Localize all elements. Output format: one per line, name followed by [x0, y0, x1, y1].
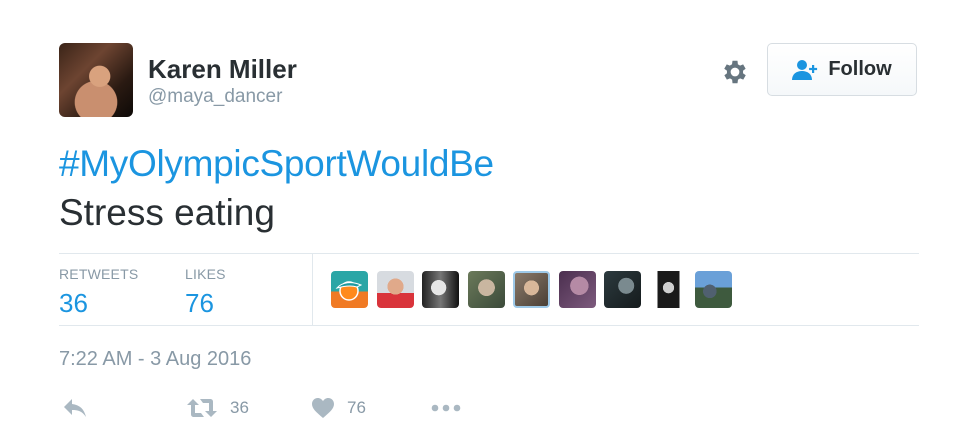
dolphin-logo-icon: [335, 281, 363, 301]
hashtag-link[interactable]: #MyOlympicSportWouldBe: [59, 143, 494, 185]
add-user-icon: [792, 59, 818, 80]
retweet-button[interactable]: 36: [186, 397, 249, 419]
liker-avatar[interactable]: [331, 271, 368, 308]
like-count: 76: [347, 398, 366, 417]
tweet-timestamp[interactable]: 7:22 AM - 3 Aug 2016: [59, 348, 251, 371]
likes-count: 76: [185, 288, 214, 318]
liker-avatar[interactable]: [649, 271, 687, 308]
liker-avatar[interactable]: [376, 271, 414, 308]
stats-bottom-divider: [59, 325, 919, 326]
author-avatar[interactable]: [59, 43, 133, 117]
liker-avatar[interactable]: [467, 271, 505, 308]
retweet-count: 36: [230, 398, 249, 417]
reply-button[interactable]: [62, 397, 88, 419]
liker-avatar[interactable]: [695, 271, 732, 308]
liker-avatar[interactable]: [604, 271, 641, 308]
tweet-text: Stress eating: [59, 192, 275, 233]
likes-label: LIKES: [185, 266, 226, 282]
retweets-label: RETWEETS: [59, 266, 139, 282]
more-button[interactable]: [430, 397, 462, 419]
gear-icon[interactable]: [720, 57, 750, 87]
likers-avatar-list: [331, 271, 732, 308]
liker-avatar[interactable]: [422, 271, 459, 308]
liker-avatar[interactable]: [558, 271, 596, 308]
retweets-stat[interactable]: RETWEETS 36: [59, 266, 138, 319]
author-handle[interactable]: @maya_dancer: [148, 86, 282, 108]
stats-top-divider: [59, 253, 919, 254]
reply-icon: [64, 399, 86, 417]
follow-button-label: Follow: [828, 58, 892, 80]
follow-button[interactable]: Follow: [767, 43, 917, 96]
heart-icon: [312, 398, 334, 418]
liker-avatar[interactable]: [513, 271, 550, 308]
stats-vertical-divider: [312, 254, 313, 325]
author-name[interactable]: Karen Miller: [148, 54, 297, 85]
retweet-icon: [187, 399, 217, 417]
like-button[interactable]: 76: [311, 397, 366, 419]
likes-stat[interactable]: LIKES 76: [185, 266, 226, 319]
more-icon: [431, 404, 461, 412]
retweets-count: 36: [59, 288, 88, 318]
